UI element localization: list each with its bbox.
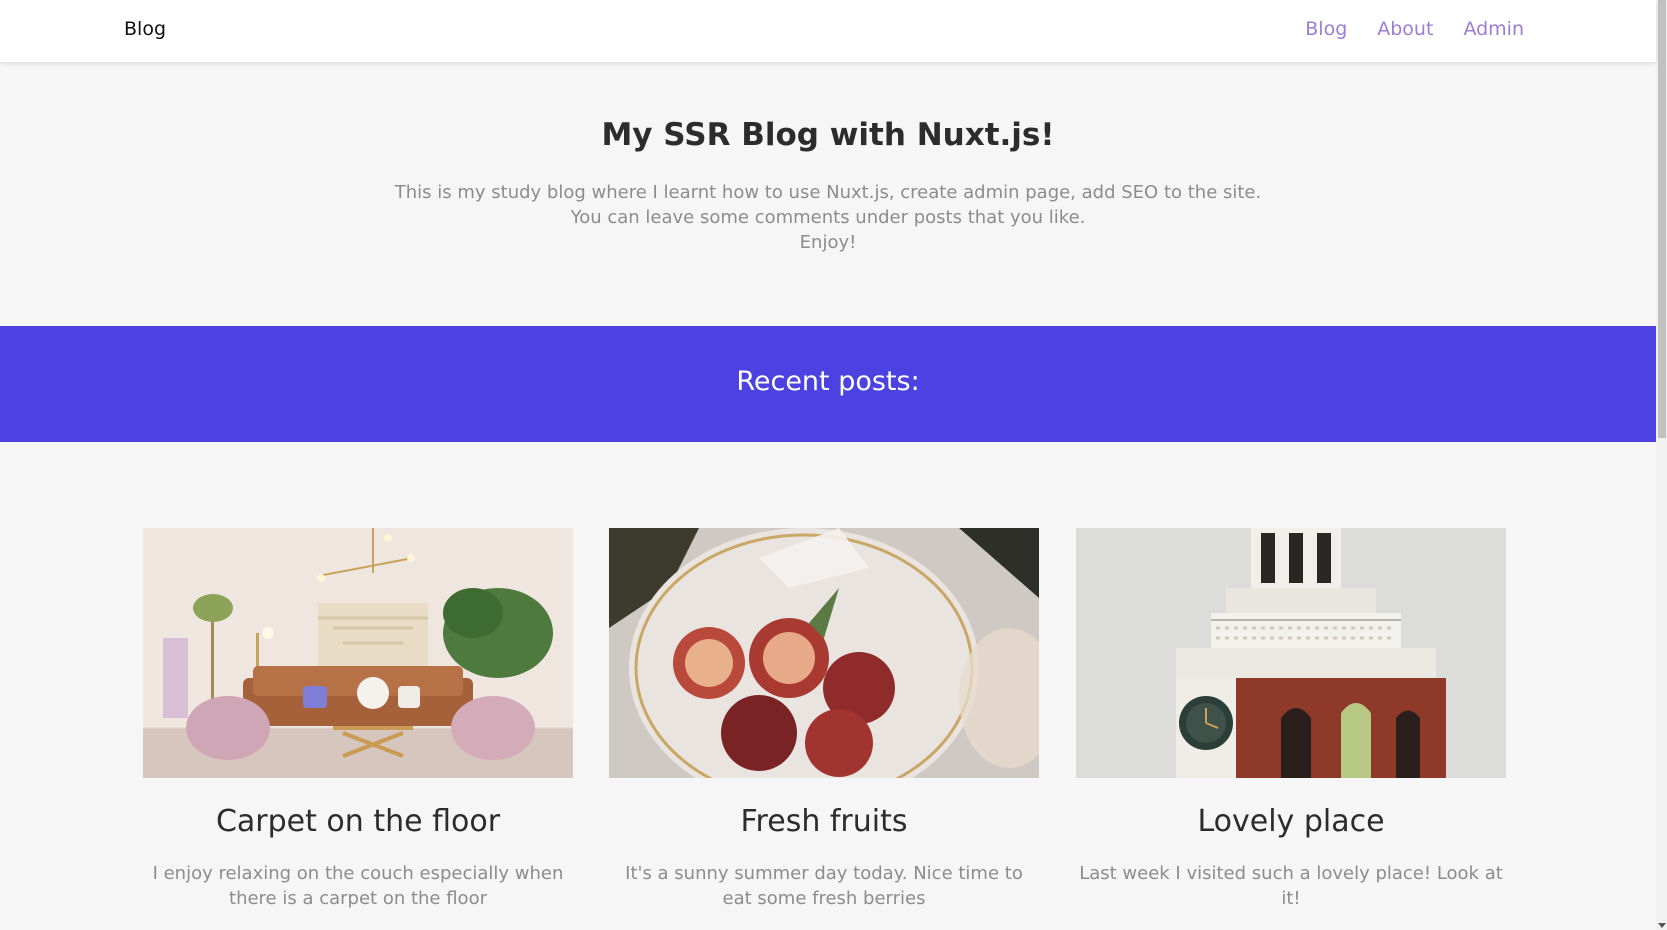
nav-link-admin[interactable]: Admin (1463, 18, 1524, 40)
page-title: My SSR Blog with Nuxt.js! (601, 117, 1055, 153)
post-title[interactable]: Fresh fruits (609, 804, 1039, 839)
nav-link-blog[interactable]: Blog (1305, 18, 1347, 40)
recent-posts-banner: Recent posts: (0, 326, 1656, 442)
nav-links: Blog About Admin (1305, 18, 1524, 40)
intro-line: Enjoy! (799, 232, 857, 253)
post-card[interactable]: Fresh fruits It's a sunny summer day tod… (609, 528, 1039, 911)
scroll-down-arrow-icon[interactable] (1658, 923, 1666, 928)
nav-link-about[interactable]: About (1377, 18, 1433, 40)
intro-line: This is my study blog where I learnt how… (394, 182, 1262, 203)
page-scrollbar[interactable] (1656, 0, 1667, 930)
brand-link[interactable]: Blog (124, 18, 166, 40)
peaches-plate-photo[interactable] (609, 528, 1039, 778)
post-excerpt: I enjoy relaxing on the couch especially… (152, 863, 564, 909)
scrollbar-thumb[interactable] (1658, 0, 1666, 438)
post-card[interactable]: Carpet on the floor I enjoy relaxing on … (143, 528, 573, 911)
top-navbar: Blog Blog About Admin (0, 0, 1656, 62)
intro-description: This is my study blog where I learnt how… (0, 180, 1656, 255)
post-title[interactable]: Lovely place (1076, 804, 1506, 839)
post-excerpt: It's a sunny summer day today. Nice time… (625, 863, 1023, 909)
intro-line: You can leave some comments under posts … (570, 207, 1086, 228)
intro-section: My SSR Blog with Nuxt.js! This is my stu… (0, 62, 1656, 326)
living-room-photo[interactable] (143, 528, 573, 778)
post-card[interactable]: Lovely place Last week I visited such a … (1076, 528, 1506, 911)
recent-posts-heading: Recent posts: (736, 366, 920, 397)
post-title[interactable]: Carpet on the floor (143, 804, 573, 839)
post-excerpt: Last week I visited such a lovely place!… (1079, 863, 1503, 909)
clock-tower-photo[interactable] (1076, 528, 1506, 778)
